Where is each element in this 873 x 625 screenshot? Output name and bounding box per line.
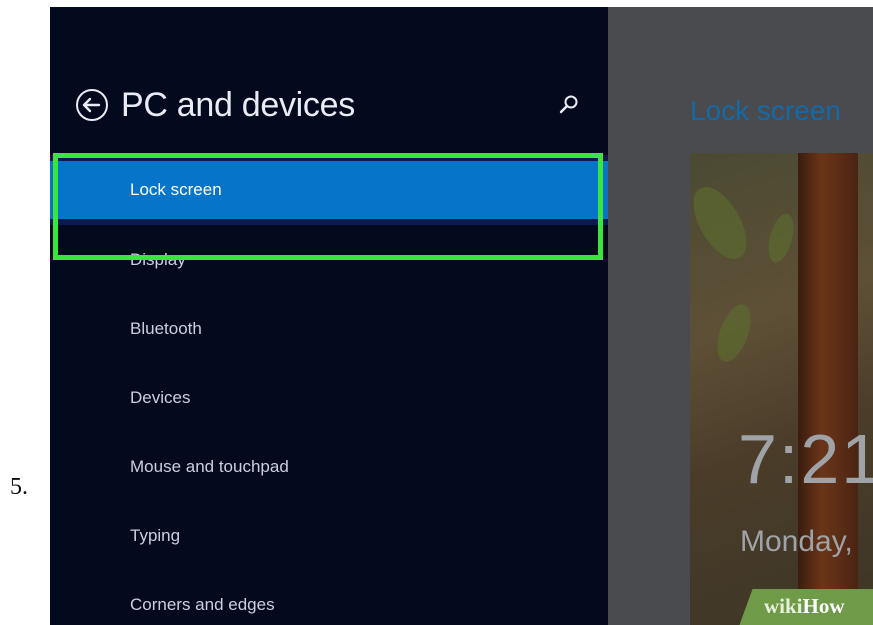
settings-screenshot: PC and devices Lock screen Display Bluet… — [50, 7, 873, 625]
watermark-wiki: wiki — [764, 594, 803, 618]
content-title: Lock screen — [690, 95, 841, 126]
sidebar-item-devices[interactable]: Devices — [50, 363, 608, 432]
preview-leaf — [690, 178, 758, 268]
sidebar-item-typing[interactable]: Typing — [50, 501, 608, 570]
preview-date: Monday, — [740, 525, 853, 558]
content-pane: Lock screen 7:21 Monday, wikiHow — [608, 7, 873, 625]
page-title: PC and devices — [121, 85, 355, 124]
back-arrow-circle-icon[interactable] — [75, 88, 109, 122]
search-icon[interactable] — [558, 93, 580, 115]
sidebar-item-label: Mouse and touchpad — [130, 456, 289, 476]
sidebar-item-mouse-touchpad[interactable]: Mouse and touchpad — [50, 432, 608, 501]
sidebar-item-label: Devices — [130, 387, 191, 407]
preview-leaf — [763, 211, 799, 265]
sidebar-header: PC and devices — [75, 85, 355, 124]
sidebar-item-label: Typing — [130, 525, 181, 545]
sidebar-item-label: Corners and edges — [130, 594, 275, 614]
sidebar-item-bluetooth[interactable]: Bluetooth — [50, 294, 608, 363]
preview-clock: 7:21 — [738, 420, 873, 498]
watermark-logo: wikiHow — [764, 594, 845, 619]
sidebar-item-label: Bluetooth — [130, 318, 202, 338]
preview-leaf — [710, 300, 758, 366]
sidebar-item-corners-edges[interactable]: Corners and edges — [50, 570, 608, 625]
lock-screen-preview-image: 7:21 Monday, wikiHow — [690, 153, 873, 625]
watermark-how: How — [802, 594, 845, 618]
selection-highlight-box — [53, 153, 603, 260]
settings-sidebar: PC and devices Lock screen Display Bluet… — [50, 7, 608, 625]
step-number: 5. — [10, 474, 28, 500]
